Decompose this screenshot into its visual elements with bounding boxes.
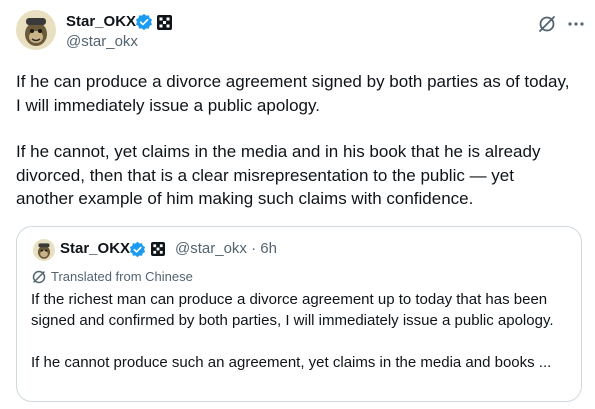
tweet-text: If he can produce a divorce agreement si… xyxy=(16,70,576,211)
grok-icon[interactable] xyxy=(537,14,557,34)
quoted-author-avatar[interactable] xyxy=(33,239,55,261)
verified-badge-icon xyxy=(129,241,146,258)
quoted-tweet-card[interactable]: Star_OKX @star_okx · 6h Translated from … xyxy=(16,226,582,402)
translated-notice: Translated from Chinese xyxy=(31,268,193,286)
quoted-author-display-name[interactable]: Star_OKX xyxy=(60,239,130,259)
quoted-paragraph: If the richest man can produce a divorce… xyxy=(31,291,554,329)
translate-icon xyxy=(31,269,47,285)
author-display-name[interactable]: Star_OKX xyxy=(66,12,136,32)
more-options-icon[interactable] xyxy=(566,14,586,34)
ape-avatar-icon xyxy=(16,10,56,50)
quoted-tweet-text: If the richest man can produce a divorce… xyxy=(31,289,571,373)
ape-avatar-icon xyxy=(33,239,55,261)
tweet-paragraph: If he cannot, yet claims in the media an… xyxy=(16,142,541,208)
verified-badge-icon xyxy=(135,13,153,31)
quoted-paragraph: If he cannot produce such an agreement, … xyxy=(31,354,552,371)
author-avatar[interactable] xyxy=(16,10,56,50)
okx-logo-icon[interactable] xyxy=(157,15,172,30)
quoted-handle-time[interactable]: @star_okx · 6h xyxy=(175,239,277,259)
translated-label: Translated from Chinese xyxy=(51,269,193,284)
okx-logo-icon[interactable] xyxy=(151,242,165,256)
tweet-paragraph: If he can produce a divorce agreement si… xyxy=(16,72,570,115)
author-handle[interactable]: @star_okx xyxy=(66,32,138,52)
